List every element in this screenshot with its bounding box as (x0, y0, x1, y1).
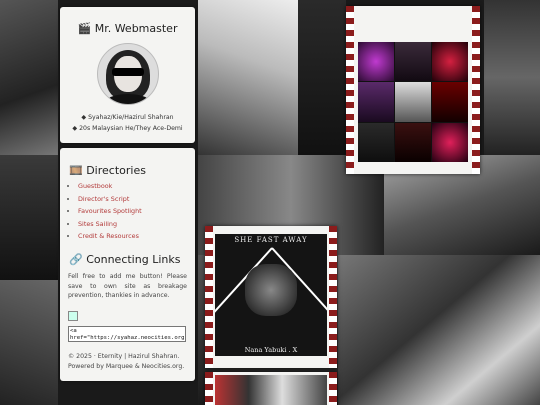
film-icon: 🎞️ (69, 164, 83, 177)
profile-title: 🎬 Mr. Webmaster (60, 22, 195, 35)
grid-photo (395, 122, 431, 162)
avatar (96, 43, 159, 105)
connecting-text: Fell free to add me button! Please save … (68, 272, 187, 300)
grid-photo (358, 82, 394, 122)
bg-photo (0, 0, 58, 155)
grid-photo (432, 122, 468, 162)
link-icon: 🔗 (69, 252, 83, 266)
filmstrip-gallery (346, 6, 480, 174)
photo-grid (358, 42, 468, 162)
poster-top-text: SHE FAST AWAY (234, 236, 308, 244)
directory-item[interactable]: Sites Sailing (78, 218, 195, 231)
grid-photo (358, 122, 394, 162)
profile-title-text: Mr. Webmaster (94, 22, 178, 35)
bg-photo (484, 0, 540, 155)
connecting-heading: 🔗 Connecting Links (69, 252, 181, 266)
directories-list: Guestbook Director's Script Favourites S… (60, 180, 195, 243)
directory-item[interactable]: Favourites Spotlight (78, 205, 195, 218)
poster-image: SHE FAST AWAY Nana Yabuki . X (215, 234, 327, 356)
directories-heading: 🎞️ Directories (69, 164, 146, 177)
footer: © 2025 · Eternity | Hazirul Shahran. Pow… (68, 352, 187, 372)
grid-photo (395, 82, 431, 122)
filmstrip-partial (205, 372, 337, 405)
grid-photo (432, 42, 468, 82)
footer-copyright: © 2025 · Eternity | Hazirul Shahran. (68, 352, 180, 360)
profile-names: ◆ Syahaz/Kie/Hazirul Shahran (81, 114, 174, 121)
bg-photo (338, 255, 540, 405)
clapper-icon: 🎬 (77, 22, 92, 35)
bg-photo (198, 0, 298, 155)
bg-photo (298, 0, 346, 155)
bg-photo (0, 155, 58, 280)
button-image[interactable] (68, 310, 78, 321)
poster-bottom-text: Nana Yabuki . X (244, 346, 298, 354)
grid-photo (358, 42, 394, 82)
footer-powered: Powered by Marquee & Neocities.org. (68, 362, 185, 370)
grid-photo (432, 82, 468, 122)
directory-item[interactable]: Credit & Resources (78, 230, 195, 243)
directories-panel: 🎞️ Directories Guestbook Director's Scri… (60, 148, 195, 381)
embed-code-box[interactable]: <a href="https://syahaz.neocities.org (68, 325, 186, 342)
directory-item[interactable]: Director's Script (78, 193, 195, 206)
profile-info: ◆ Syahaz/Kie/Hazirul Shahran ◆ 20s Malay… (60, 112, 195, 134)
profile-about: ◆ 20s Malaysian He/They Ace-Demi (72, 125, 183, 132)
profile-panel: 🎬 Mr. Webmaster ◆ Syahaz/Kie/Hazirul Sha… (60, 7, 195, 143)
grid-photo (395, 42, 431, 82)
filmstrip-poster: SHE FAST AWAY Nana Yabuki . X (205, 226, 337, 368)
bg-photo (0, 280, 58, 405)
directory-item[interactable]: Guestbook (78, 180, 195, 193)
